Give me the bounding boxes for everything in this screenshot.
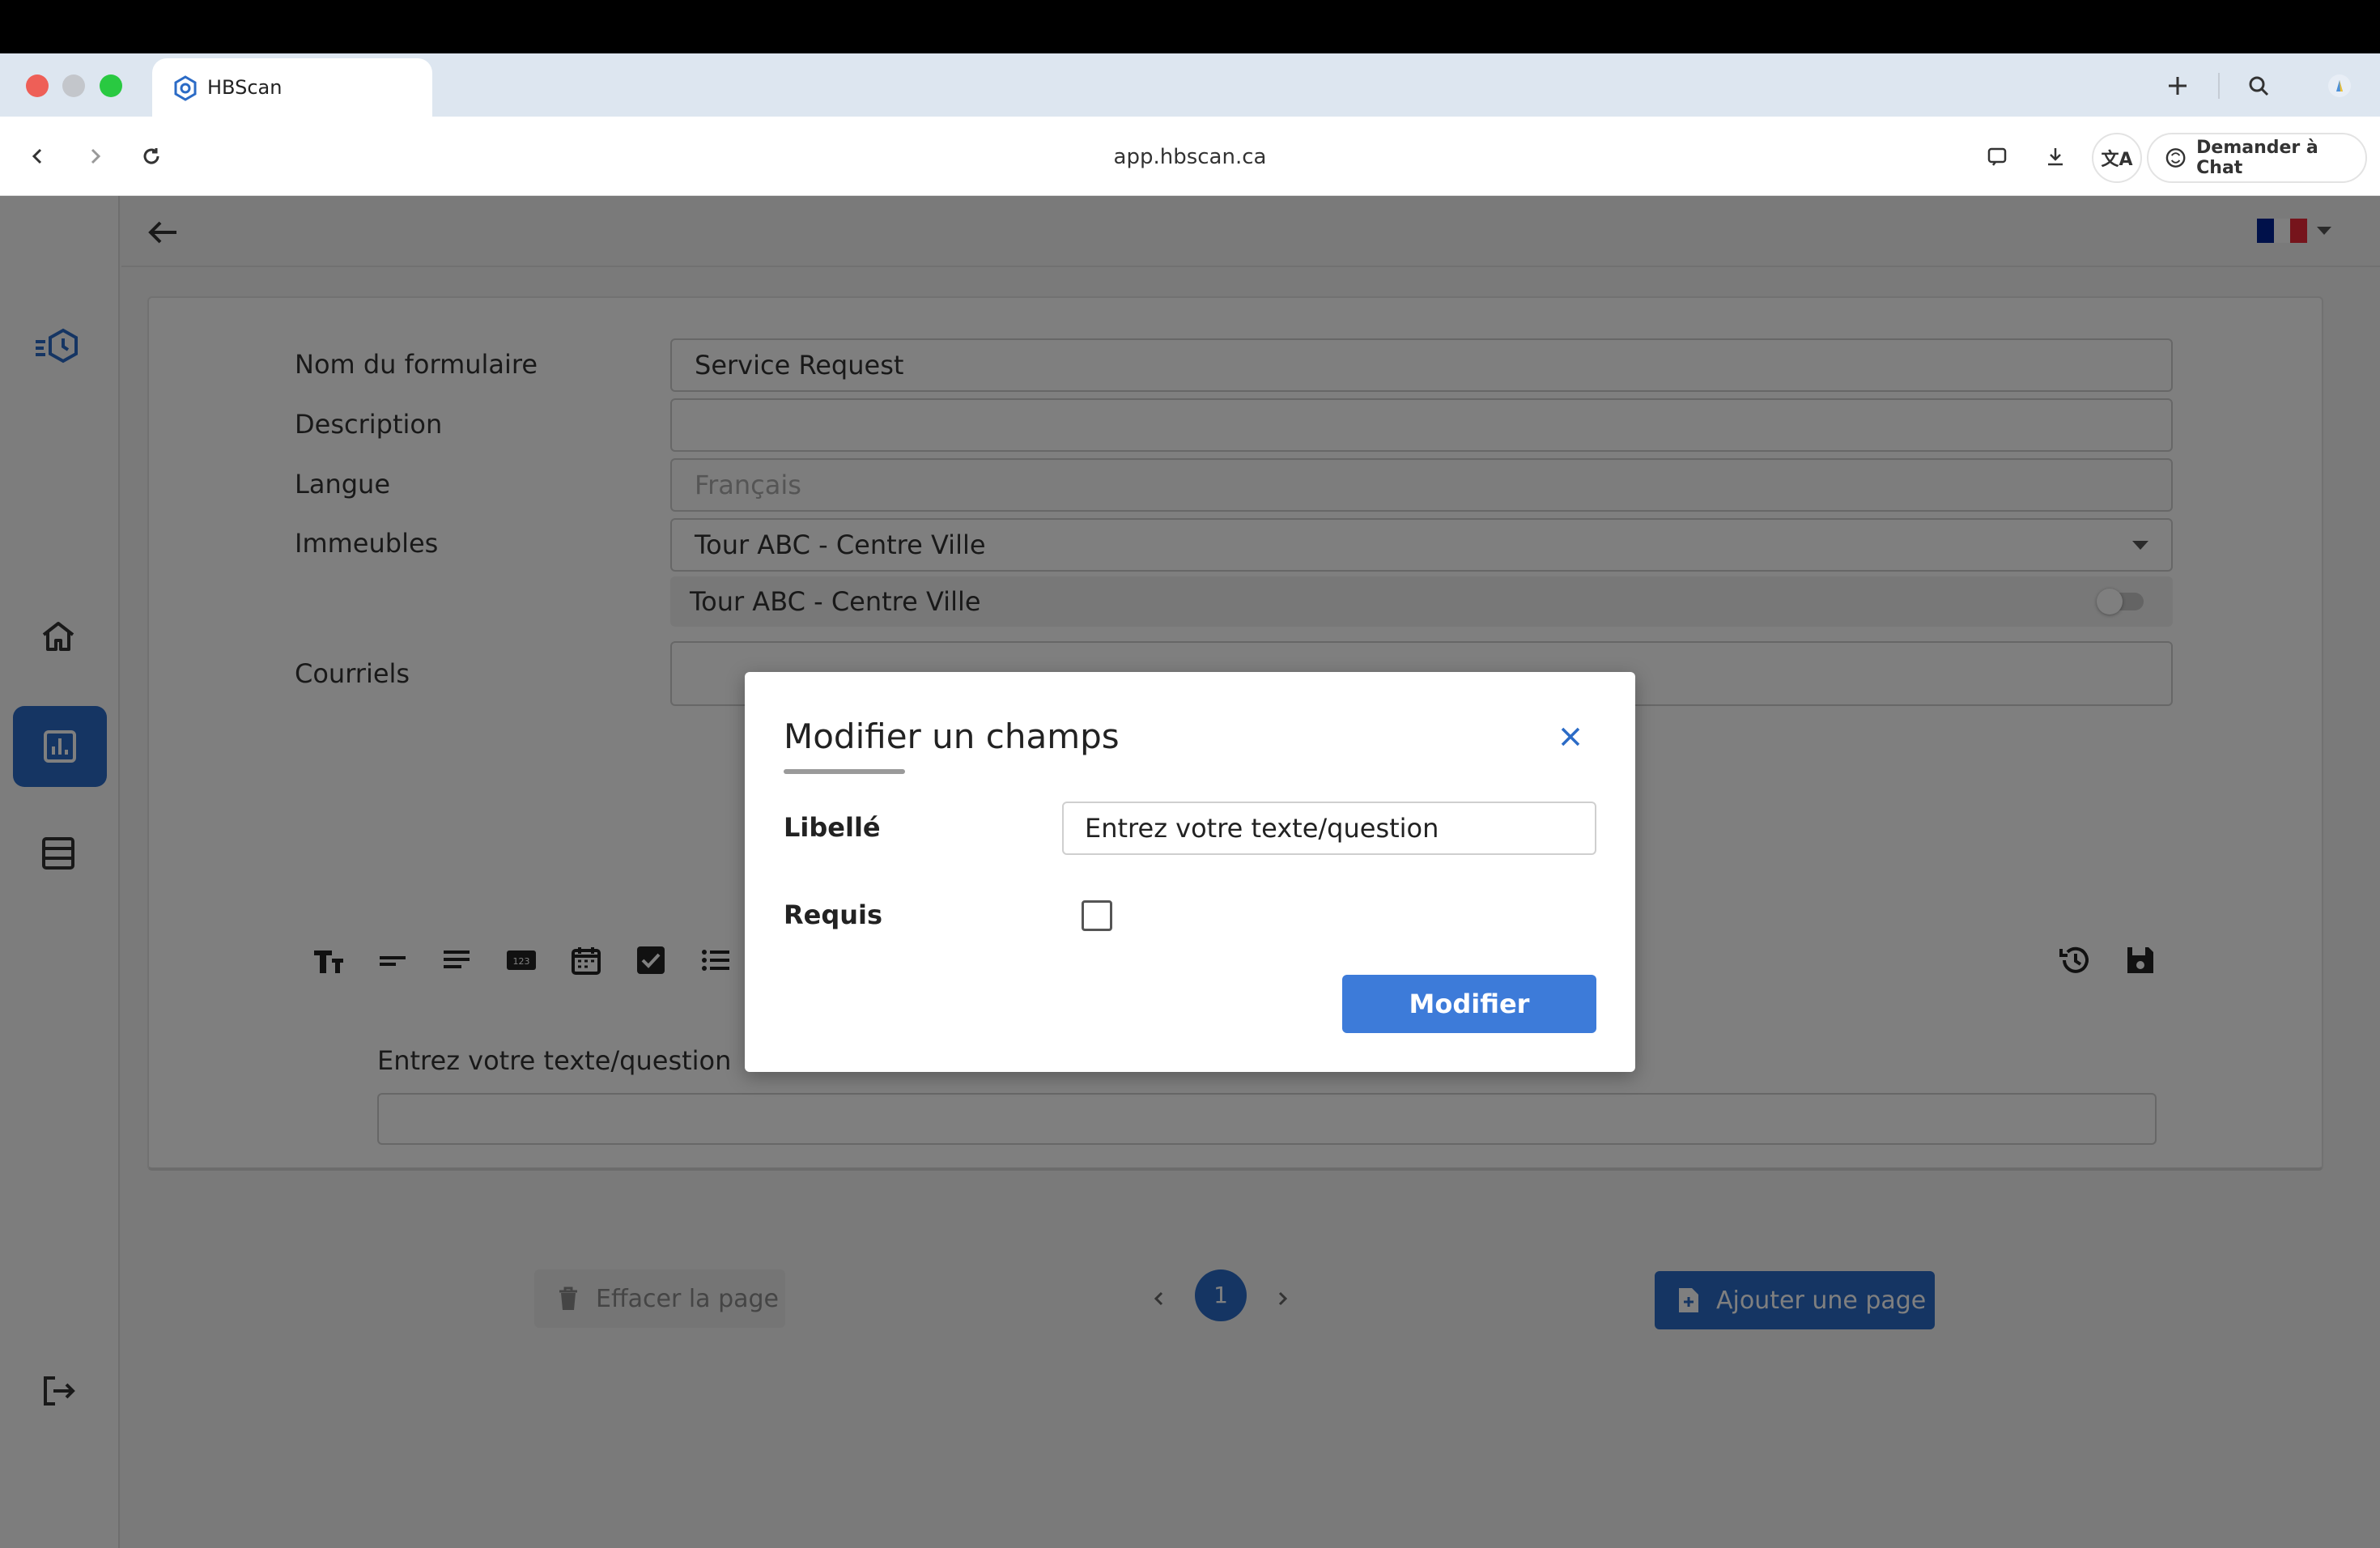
- search-icon: [2249, 76, 2269, 96]
- screen-share-icon: [1987, 147, 2007, 166]
- screen-top-bar: [0, 0, 2380, 53]
- address-bar[interactable]: app.hbscan.ca: [1052, 141, 1328, 173]
- label-field-label: Libellé: [784, 812, 881, 843]
- window-zoom-button[interactable]: [100, 74, 122, 97]
- ask-chat-label: Demander à Chat: [2196, 138, 2318, 178]
- chevron-left-icon: [32, 148, 42, 164]
- required-checkbox[interactable]: [1082, 900, 1112, 931]
- profile-avatar-icon: [2328, 74, 2351, 97]
- translate-button[interactable]: 文A: [2092, 133, 2142, 183]
- chat-assistant-icon: [2165, 148, 2186, 168]
- label-field-input[interactable]: Entrez votre texte/question: [1062, 802, 1596, 855]
- reload-icon: [143, 148, 159, 164]
- browser-reload-button[interactable]: [134, 139, 168, 173]
- cast-button[interactable]: [1980, 139, 2014, 173]
- browser-toolbar: app.hbscan.ca 文A Demander à Chat: [0, 117, 2380, 196]
- profile-button[interactable]: [2323, 70, 2356, 102]
- modal-title: Modifier un champs: [784, 717, 1120, 756]
- browser-forward-button[interactable]: [78, 139, 112, 173]
- ask-chat-button[interactable]: Demander à Chat: [2147, 133, 2367, 183]
- hbscan-favicon-icon: [174, 75, 197, 101]
- modal-close-button[interactable]: [1554, 721, 1587, 753]
- chevron-right-icon: [91, 148, 101, 164]
- tabbar-separator: [2218, 73, 2220, 99]
- window-close-button[interactable]: [26, 74, 49, 97]
- modal-title-underline: [784, 769, 905, 774]
- tab-search-button[interactable]: [2242, 70, 2275, 102]
- download-icon: [2048, 148, 2063, 166]
- new-tab-button[interactable]: [2161, 70, 2194, 102]
- window-minimize-button[interactable]: [62, 74, 85, 97]
- close-icon: [1561, 727, 1580, 746]
- modify-button[interactable]: Modifier: [1342, 975, 1596, 1033]
- tab-title: HBScan: [207, 76, 283, 99]
- browser-back-button[interactable]: [21, 139, 55, 173]
- plus-icon: [2169, 77, 2187, 95]
- downloads-button[interactable]: [2038, 139, 2072, 173]
- required-label: Requis: [784, 899, 883, 930]
- browser-tab-hbscan[interactable]: HBScan: [152, 58, 432, 118]
- edit-field-modal: Modifier un champs Libellé Entrez votre …: [745, 672, 1635, 1072]
